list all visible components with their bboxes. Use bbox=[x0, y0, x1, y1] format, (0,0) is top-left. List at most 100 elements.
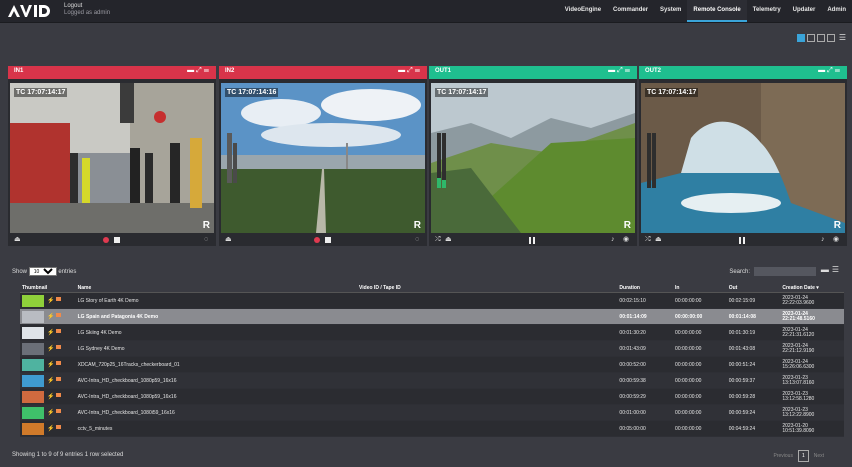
record-badge: R bbox=[623, 220, 631, 231]
stop-icon[interactable] bbox=[114, 237, 120, 243]
pause-icon[interactable] bbox=[529, 237, 535, 244]
record-badge: R bbox=[413, 220, 421, 231]
menu-icon[interactable]: ☰ bbox=[415, 67, 422, 74]
thumbnail-image bbox=[22, 422, 44, 435]
lightning-icon: ⚡ bbox=[47, 378, 55, 384]
video-preview[interactable]: TC 17:07:14:16 R bbox=[221, 83, 425, 233]
name-cell: LG Spain and Patagonia 4K Demo bbox=[75, 308, 358, 325]
nav-remote-console[interactable]: Remote Console bbox=[687, 0, 747, 22]
table-row[interactable]: ⚡ XDCAM_720p25_16Tracks_checkerboard_01 00… bbox=[20, 356, 844, 373]
nav-telemetry[interactable]: Telemetry bbox=[747, 0, 787, 20]
out-cell: 00:00:59:37 bbox=[726, 372, 781, 389]
page-1-button[interactable]: 1 bbox=[797, 450, 809, 462]
record-icon[interactable] bbox=[103, 237, 109, 243]
nav-commander[interactable]: Commander bbox=[607, 0, 654, 20]
nav-videoengine[interactable]: VideoEngine bbox=[559, 0, 607, 20]
panel-header: OUT2 ▬⤢☰ bbox=[639, 66, 847, 79]
video-id-cell bbox=[357, 404, 618, 421]
menu-icon[interactable]: ☰ bbox=[835, 67, 842, 74]
eye-icon[interactable]: ◉ bbox=[833, 235, 839, 245]
duration-cell: 00:01:00:00 bbox=[617, 404, 674, 421]
nav-admin[interactable]: Admin bbox=[821, 0, 852, 20]
menu-icon[interactable]: ☰ bbox=[625, 67, 632, 74]
entries-select[interactable]: 10 bbox=[28, 267, 57, 276]
name-cell: XDCAM_720p25_16Tracks_checkerboard_01 bbox=[75, 356, 358, 373]
eject-icon[interactable]: ⏏ bbox=[655, 235, 662, 245]
col-duration[interactable]: Duration bbox=[617, 283, 674, 293]
panel-controls: ▬⤢☰ bbox=[398, 67, 422, 75]
video-preview[interactable]: TC 17:07:14:17 R bbox=[10, 83, 214, 233]
search-area: Search: bbox=[729, 267, 816, 276]
record-icon[interactable] bbox=[314, 237, 320, 243]
layout-2-icon[interactable] bbox=[806, 34, 815, 42]
volume-icon[interactable]: ♪ bbox=[821, 235, 825, 245]
table-row[interactable]: ⚡ LG Sydney 4K Demo 00:01:43:09 00:00:00:00… bbox=[20, 340, 844, 357]
minimize-icon[interactable]: ▬ bbox=[187, 67, 196, 74]
loop-icon[interactable]: ⤮ bbox=[645, 235, 651, 245]
search-input[interactable] bbox=[754, 267, 816, 276]
table-row[interactable]: ⚡ LG Spain and Patagonia 4K Demo 00:01:14:… bbox=[20, 308, 844, 325]
duration-cell: 00:00:59:38 bbox=[617, 372, 674, 389]
expand-icon[interactable]: ⤢ bbox=[407, 67, 415, 74]
volume-icon[interactable]: ♪ bbox=[611, 235, 615, 245]
duration-cell: 00:00:59:29 bbox=[617, 388, 674, 405]
expand-icon[interactable]: ⤢ bbox=[827, 67, 835, 74]
video-preview[interactable]: TC 17:07:14:17 R bbox=[641, 83, 845, 233]
status-icons: ⚡ bbox=[47, 377, 62, 384]
table-row[interactable]: ⚡ cctv_5_minutes 00:05:00:00 00:00:00:00 00:… bbox=[20, 420, 844, 437]
minimize-icon[interactable]: ▬ bbox=[821, 265, 832, 274]
menu-icon[interactable]: ☰ bbox=[832, 265, 842, 274]
eject-icon[interactable]: ⏏ bbox=[225, 235, 232, 245]
col-creation-date[interactable]: Creation Date ▾ bbox=[780, 283, 844, 293]
time-text: 15:26:06.6300 bbox=[782, 363, 815, 370]
video-id-cell bbox=[357, 340, 618, 357]
col-in[interactable]: In bbox=[673, 283, 727, 293]
col-name[interactable]: Name bbox=[75, 283, 358, 293]
out-cell: 00:00:59:28 bbox=[726, 388, 781, 405]
video-id-cell bbox=[357, 420, 618, 437]
sea-cave-image bbox=[641, 83, 845, 233]
table-row[interactable]: ⚡ AVC-Intra_HD_checkboard_1080p59_16x16 00… bbox=[20, 388, 844, 405]
table-row[interactable]: ⚡ LG Story of Earth 4K Demo 00:02:15:10 00:… bbox=[20, 292, 844, 309]
creation-date-cell: 2023-01-24 22:21:48.5160 bbox=[780, 308, 844, 325]
layout-1-icon[interactable] bbox=[796, 34, 805, 42]
minimize-icon[interactable]: ▬ bbox=[608, 67, 617, 74]
layout-4-icon[interactable] bbox=[826, 34, 835, 42]
thumbnail-image bbox=[22, 342, 44, 355]
out-cell: 00:01:30:19 bbox=[726, 324, 781, 341]
table-row[interactable]: ⚡ AVC-Intra_HD_checkboard_1080i59_16x16 00… bbox=[20, 404, 844, 421]
duration-cell: 00:02:15:10 bbox=[617, 292, 674, 309]
col-out[interactable]: Out bbox=[726, 283, 781, 293]
menu-icon[interactable]: ☰ bbox=[204, 67, 211, 74]
table-row[interactable]: ⚡ LG Skiing 4K Demo 00:01:30:20 00:00:00:00… bbox=[20, 324, 844, 341]
pause-icon[interactable] bbox=[739, 237, 745, 244]
in-cell: 00:00:00:00 bbox=[673, 356, 727, 373]
table-row[interactable]: ⚡ AVC-Intra_HD_checkboard_1080p59_16x16 00… bbox=[20, 372, 844, 389]
lightning-icon: ⚡ bbox=[47, 314, 55, 320]
eye-icon[interactable]: ◉ bbox=[623, 235, 629, 245]
expand-icon[interactable]: ⤢ bbox=[196, 67, 204, 74]
col-video-id[interactable]: Video ID / Tape ID bbox=[357, 283, 618, 293]
nav-system[interactable]: System bbox=[654, 0, 687, 20]
avid-logo bbox=[8, 5, 50, 17]
minimize-icon[interactable]: ▬ bbox=[818, 67, 827, 74]
creation-date-cell: 2023-01-24 22:22:03.9600 bbox=[780, 292, 844, 309]
logout-link[interactable]: Logout bbox=[64, 3, 110, 10]
name-cell: AVC-Intra_HD_checkboard_1080i59_16x16 bbox=[75, 404, 358, 421]
expand-icon[interactable]: ⤢ bbox=[617, 67, 625, 74]
next-button[interactable]: Next bbox=[814, 453, 824, 459]
loop-icon[interactable]: ⤮ bbox=[435, 235, 441, 245]
thumbnail-image bbox=[22, 294, 44, 307]
pagination: Previous 1 Next bbox=[773, 450, 824, 462]
col-thumbnail[interactable]: Thumbnail bbox=[20, 283, 76, 293]
nav-updater[interactable]: Updater bbox=[787, 0, 822, 20]
minimize-icon[interactable]: ▬ bbox=[398, 67, 407, 74]
eject-icon[interactable]: ⏏ bbox=[14, 235, 21, 245]
out-cell: 00:00:51:24 bbox=[726, 356, 781, 373]
previous-button[interactable]: Previous bbox=[773, 453, 792, 459]
stop-icon[interactable] bbox=[325, 237, 331, 243]
layout-3-icon[interactable] bbox=[816, 34, 825, 42]
hamburger-menu-icon[interactable]: ☰ bbox=[839, 34, 846, 42]
eject-icon[interactable]: ⏏ bbox=[445, 235, 452, 245]
video-preview[interactable]: TC 17:07:14:17 R bbox=[431, 83, 635, 233]
